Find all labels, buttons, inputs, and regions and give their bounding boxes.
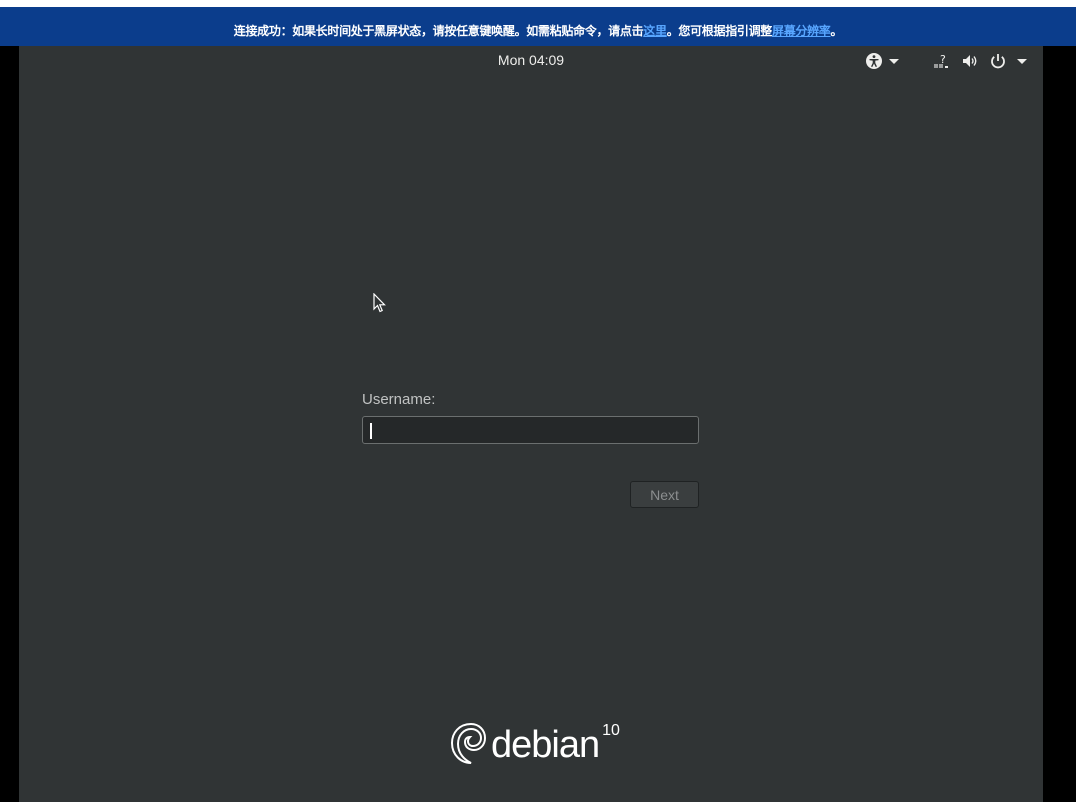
banner-text-after: 。 <box>830 23 843 38</box>
network-unknown-icon: ? <box>933 52 951 70</box>
screen-resolution-link[interactable]: 屏幕分辨率 <box>772 22 831 39</box>
banner-text-middle: 。您可根据指引调整 <box>666 23 773 38</box>
svg-text:?: ? <box>940 53 946 66</box>
username-label: Username: <box>362 391 436 408</box>
chevron-down-icon <box>1017 58 1027 64</box>
accessibility-icon <box>865 52 883 70</box>
login-screen[interactable]: Mon 04:09 ? Username: Next debian 10 <box>19 46 1043 802</box>
banner-text-before: 连接成功：如果长时间处于黑屏状态，请按任意键唤醒。如需粘贴命令，请点击 <box>233 23 644 38</box>
power-icon <box>989 52 1007 70</box>
username-input[interactable] <box>362 416 699 444</box>
accessibility-menu[interactable] <box>865 51 899 71</box>
debian-swirl-icon <box>450 722 487 764</box>
system-menu[interactable]: ? <box>933 51 1027 71</box>
debian-version: 10 <box>602 722 620 739</box>
remote-desktop-frame: Mon 04:09 ? Username: Next debian 10 <box>0 46 1076 802</box>
next-button[interactable]: Next <box>630 481 699 508</box>
chevron-down-icon <box>889 58 899 64</box>
clock[interactable]: Mon 04:09 <box>498 52 564 68</box>
volume-icon <box>961 52 979 70</box>
login-form: Username: Next <box>362 391 699 508</box>
text-cursor <box>370 423 372 439</box>
debian-wordmark: debian <box>491 724 600 766</box>
connection-banner: 连接成功：如果长时间处于黑屏状态，请按任意键唤醒。如需粘贴命令，请点击 这里 。您可… <box>0 7 1076 46</box>
paste-command-link[interactable]: 这里 <box>643 22 667 39</box>
debian-logo: debian 10 <box>449 718 620 768</box>
mouse-pointer-icon <box>373 292 387 317</box>
top-strip <box>0 0 1076 7</box>
